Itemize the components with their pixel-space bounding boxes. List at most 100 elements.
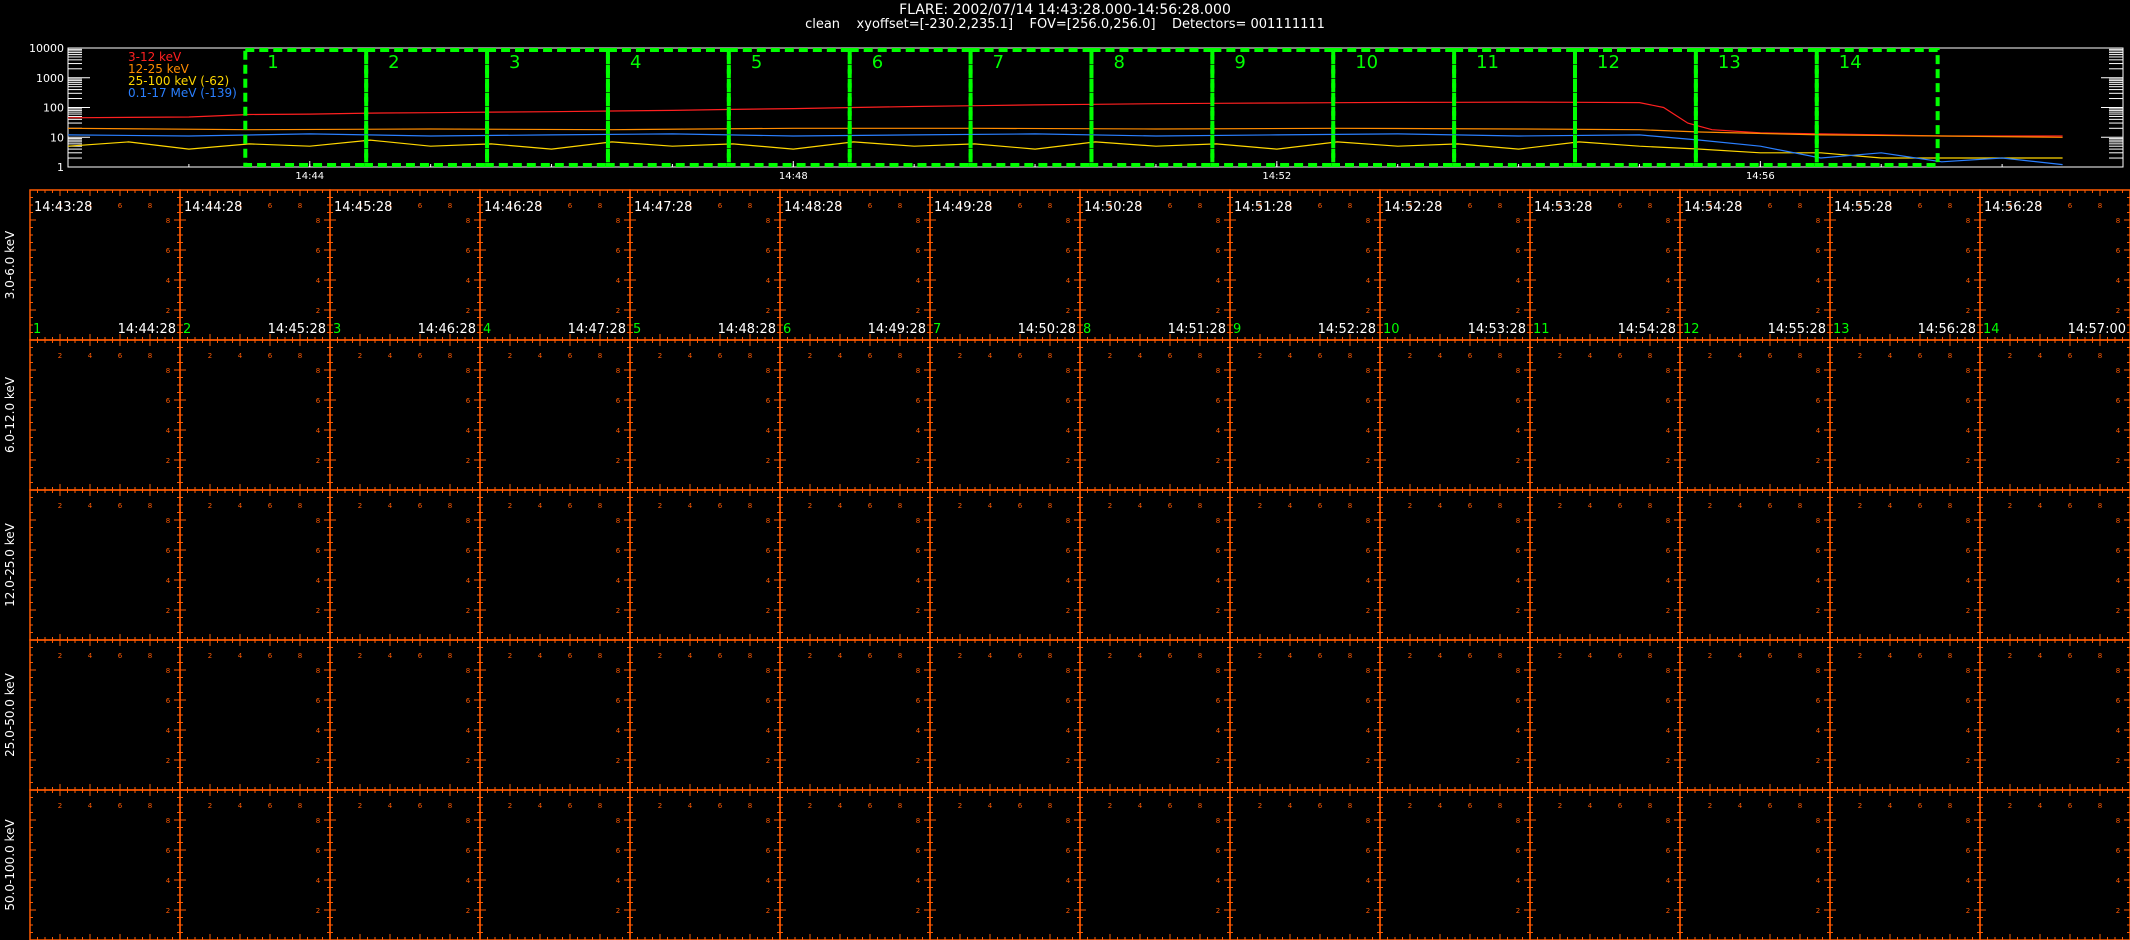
axis-tick-label: 4 [2038,352,2043,360]
cell-end-time: 14:55:28 [1768,322,1826,337]
cell-start-time: 14:53:28 [1534,200,1592,215]
axis-tick-label: 6 [1366,397,1371,405]
axis-tick-label: 4 [1366,427,1371,435]
axis-tick-label: 8 [1198,352,1202,360]
axis-tick-label: 8 [1048,352,1052,360]
axis-tick-label: 6 [916,247,921,255]
axis-tick-label: 6 [2068,352,2073,360]
axis-tick-label: 8 [298,502,302,510]
axis-tick-label: 6 [1618,502,1623,510]
axis-tick-label: 2 [466,757,470,765]
axis-tick-label: 8 [1216,217,1220,225]
axis-tick-label: 8 [898,502,902,510]
axis-tick-label: 4 [1066,427,1071,435]
axis-tick-label: 4 [1366,277,1371,285]
axis-tick-label: 2 [808,352,812,360]
axis-tick-label: 8 [916,367,920,375]
axis-tick-label: 8 [1966,517,1970,525]
axis-tick-label: 8 [1966,367,1970,375]
axis-tick-label: 8 [316,517,320,525]
axis-tick-label: 2 [1216,307,1220,315]
axis-tick-label: 8 [1348,202,1352,210]
axis-tick-label: 8 [1516,667,1520,675]
axis-tick-label: 4 [1366,577,1371,585]
image-cell [929,639,1081,791]
axis-tick-label: 8 [1366,217,1370,225]
cell-end-time: 14:56:28 [1918,322,1976,337]
axis-tick-label: 2 [1708,502,1712,510]
axis-tick-label: 6 [1216,247,1221,255]
axis-tick-label: 2 [1108,502,1112,510]
axis-tick-label: 4 [538,352,543,360]
axis-tick-label: 2 [466,457,470,465]
axis-tick-label: 6 [1468,352,1473,360]
cell-start-time: 14:55:28 [1834,200,1892,215]
axis-tick-label: 6 [118,652,123,660]
axis-tick-label: 8 [466,517,470,525]
axis-tick-label: 8 [316,667,320,675]
axis-tick-label: 6 [1168,202,1173,210]
cell-index: 1 [33,322,41,337]
axis-tick-label: 8 [1816,517,1820,525]
axis-tick-label: 6 [1816,397,1821,405]
axis-tick-label: 6 [1018,352,1023,360]
image-cell [1679,339,1831,491]
axis-tick-label: 4 [1288,502,1293,510]
image-cell [179,639,331,791]
axis-tick-label: 6 [916,397,921,405]
cell-index: 8 [1083,322,1091,337]
image-cell [1679,489,1831,641]
axis-tick-label: 2 [316,457,320,465]
axis-tick-label: 2 [1858,502,1862,510]
axis-tick-label: 6 [316,697,321,705]
image-cell [479,339,631,491]
axis-tick-label: 6 [1066,247,1071,255]
axis-tick-label: 4 [1588,652,1593,660]
axis-tick-label: 6 [118,352,123,360]
axis-tick-label: 4 [1516,577,1521,585]
axis-tick-label: 4 [688,652,693,660]
image-cell [1829,639,1981,791]
axis-tick-label: 4 [1216,577,1221,585]
axis-tick-label: 4 [316,727,321,735]
axis-tick-label: 2 [358,652,362,660]
axis-tick-label: 8 [298,202,302,210]
axis-tick-label: 4 [988,352,993,360]
axis-tick-label: 4 [1966,727,1971,735]
axis-tick-label: 2 [616,307,620,315]
axis-tick-label: 4 [1366,727,1371,735]
axis-tick-label: 4 [1288,652,1293,660]
axis-tick-label: 2 [616,457,620,465]
axis-tick-label: 2 [466,607,470,615]
axis-tick-label: 8 [1948,652,1952,660]
axis-tick-label: 4 [1966,577,1971,585]
axis-tick-label: 4 [1816,427,1821,435]
axis-tick-label: 4 [1216,277,1221,285]
cell-start-time: 14:46:28 [484,200,542,215]
axis-tick-label: 8 [1966,667,1970,675]
axis-tick-label: 4 [766,577,771,585]
axis-tick-label: 4 [166,277,171,285]
cell-start-time: 14:49:28 [934,200,992,215]
axis-tick-label: 8 [1216,517,1220,525]
axis-tick-label: 4 [1888,652,1893,660]
axis-tick-label: 8 [598,652,602,660]
axis-tick-label: 2 [1666,757,1670,765]
cell-index: 11 [1533,322,1550,337]
axis-tick-label: 4 [916,727,921,735]
image-cell [1079,489,1231,641]
axis-tick-label: 8 [1048,502,1052,510]
axis-tick-label: 2 [766,307,770,315]
axis-tick-label: 4 [1438,652,1443,660]
cell-index: 6 [783,322,791,337]
axis-tick-label: 8 [1366,667,1370,675]
axis-tick-label: 6 [1618,352,1623,360]
image-cell [629,339,781,491]
axis-tick-label: 8 [2116,367,2120,375]
axis-tick-label: 6 [268,202,273,210]
axis-tick-label: 2 [958,502,962,510]
axis-tick-label: 2 [208,652,212,660]
axis-tick-label: 2 [1216,607,1220,615]
axis-tick-label: 6 [316,547,321,555]
axis-tick-label: 2 [358,352,362,360]
